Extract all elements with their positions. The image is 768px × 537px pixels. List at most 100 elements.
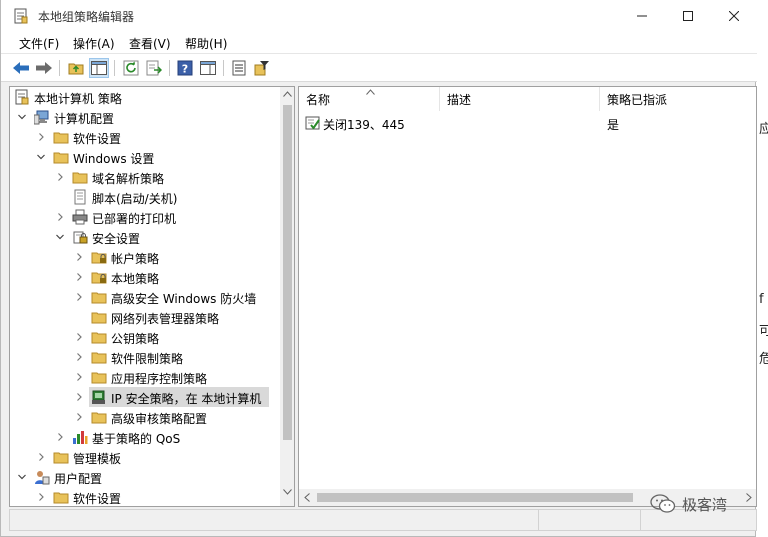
tree-item[interactable]: 用户配置: [10, 467, 278, 487]
details-pane[interactable]: 名称 描述 策略已指派 关闭139、445 是: [298, 86, 757, 507]
tree-item[interactable]: Windows 设置: [10, 147, 278, 167]
tree-item-label: 公钥策略: [111, 332, 160, 346]
chevron-right-icon[interactable]: [73, 411, 85, 423]
chevron-right-icon[interactable]: [73, 351, 85, 363]
tree-item[interactable]: 应用程序控制策略: [10, 367, 278, 387]
scroll-left-icon[interactable]: [304, 493, 310, 502]
tree-item-label: 管理模板: [73, 452, 122, 466]
watermark-text: 极客湾: [682, 495, 728, 514]
tree-item[interactable]: 网络列表管理器策略: [10, 307, 278, 327]
tree-item-label: Windows 设置: [73, 152, 155, 166]
tree-item-label: 软件设置: [73, 492, 122, 506]
tree-item-label: 已部署的打印机: [92, 212, 177, 226]
help-button[interactable]: ?: [175, 58, 195, 78]
tree-item[interactable]: IP 安全策略，在 本地计算机: [10, 387, 278, 407]
menu-action[interactable]: 操作(A): [73, 35, 115, 52]
chevron-right-icon[interactable]: [54, 171, 66, 183]
menu-file[interactable]: 文件(F): [19, 35, 59, 52]
computer-icon: [34, 110, 49, 125]
menu-bar: 文件(F) 操作(A) 查看(V) 帮助(H): [1, 32, 757, 54]
chevron-right-icon[interactable]: [73, 271, 85, 283]
tree-item[interactable]: 帐户策略: [10, 247, 278, 267]
tree-item-label: 本地策略: [111, 272, 160, 286]
maximize-button[interactable]: [665, 0, 711, 32]
tree-scroll-thumb[interactable]: [283, 105, 292, 440]
minimize-button[interactable]: [619, 0, 665, 32]
locked-folder-icon: [91, 272, 107, 284]
status-bar: [9, 509, 757, 531]
tree-item[interactable]: 软件设置: [10, 127, 278, 147]
tree-item[interactable]: 管理模板: [10, 447, 278, 467]
tree-item[interactable]: 安全设置: [10, 227, 278, 247]
column-header-description[interactable]: 描述: [440, 87, 600, 111]
refresh-button[interactable]: [121, 58, 141, 78]
properties-button[interactable]: [229, 58, 249, 78]
scroll-down-icon[interactable]: [283, 489, 292, 495]
peek-text: 危: [759, 352, 768, 367]
title-bar[interactable]: 本地组策略编辑器: [1, 0, 757, 32]
chevron-right-icon[interactable]: [35, 491, 47, 503]
folder-icon: [53, 452, 69, 464]
column-header-name[interactable]: 名称: [299, 87, 440, 111]
list-item[interactable]: 关闭139、445 是: [299, 113, 756, 133]
tree-item[interactable]: 高级安全 Windows 防火墙: [10, 287, 278, 307]
chevron-right-icon[interactable]: [54, 211, 66, 223]
menu-view[interactable]: 查看(V): [129, 35, 171, 52]
folder-icon: [91, 412, 107, 424]
chevron-down-icon[interactable]: [54, 231, 66, 243]
tree-item[interactable]: 高级审核策略配置: [10, 407, 278, 427]
chevron-right-icon[interactable]: [73, 371, 85, 383]
toolbar-separator: [114, 60, 115, 76]
show-hide-tree-icon: [91, 61, 107, 75]
tree-item[interactable]: 已部署的打印机: [10, 207, 278, 227]
tree-item[interactable]: 本地策略: [10, 267, 278, 287]
tree-item[interactable]: 域名解析策略: [10, 167, 278, 187]
tree-item[interactable]: 本地计算机 策略: [10, 87, 278, 107]
tree-item-label: 高级审核策略配置: [111, 412, 208, 426]
tree-item-label: 应用程序控制策略: [111, 372, 208, 386]
back-button[interactable]: [11, 58, 31, 78]
close-button[interactable]: [711, 0, 757, 32]
policy-assigned: 是: [607, 118, 620, 132]
folder-icon: [91, 312, 107, 324]
svg-text:?: ?: [182, 63, 188, 76]
app-icon: [14, 8, 28, 24]
chevron-down-icon[interactable]: [35, 151, 47, 163]
tree-pane[interactable]: 本地计算机 策略 计算机配置 软件设置 Windows 设置 域名解析策略 脚本(启动/关…: [9, 86, 295, 507]
chevron-right-icon[interactable]: [73, 291, 85, 303]
chevron-right-icon[interactable]: [73, 331, 85, 343]
details-scroll-thumb[interactable]: [317, 493, 633, 502]
chevron-down-icon[interactable]: [16, 471, 28, 483]
console-view-button[interactable]: [198, 58, 218, 78]
back-icon: [13, 62, 29, 74]
menu-help[interactable]: 帮助(H): [185, 35, 227, 52]
toolbar-separator: [223, 60, 224, 76]
up-folder-icon: [68, 63, 84, 75]
tree-vertical-scrollbar[interactable]: [280, 87, 294, 506]
tree-item[interactable]: 脚本(启动/关机): [10, 187, 278, 207]
tree-item[interactable]: 软件限制策略: [10, 347, 278, 367]
up-folder-button[interactable]: [66, 58, 86, 78]
tree-item[interactable]: 公钥策略: [10, 327, 278, 347]
filter-icon: [254, 61, 269, 76]
filter-button[interactable]: [252, 58, 272, 78]
show-hide-tree-button[interactable]: [89, 58, 109, 78]
chevron-right-icon[interactable]: [35, 451, 47, 463]
folder-icon: [91, 332, 107, 344]
chevron-down-icon[interactable]: [16, 111, 28, 123]
tree-item[interactable]: 计算机配置: [10, 107, 278, 127]
tree-item[interactable]: 基于策略的 QoS: [10, 427, 278, 447]
tree-item-label: 高级安全 Windows 防火墙: [111, 292, 257, 306]
export-list-button[interactable]: [144, 58, 164, 78]
tree-item[interactable]: 软件设置: [10, 487, 278, 506]
folder-icon: [53, 152, 69, 164]
chevron-right-icon[interactable]: [73, 391, 85, 403]
chevron-right-icon[interactable]: [73, 251, 85, 263]
forward-button[interactable]: [34, 58, 54, 78]
scroll-right-icon[interactable]: [746, 493, 752, 502]
scroll-up-icon[interactable]: [283, 91, 292, 97]
chevron-right-icon[interactable]: [35, 131, 47, 143]
policy-name: 关闭139、445: [323, 118, 405, 132]
chevron-right-icon[interactable]: [54, 431, 66, 443]
column-header-assigned[interactable]: 策略已指派: [600, 87, 756, 111]
